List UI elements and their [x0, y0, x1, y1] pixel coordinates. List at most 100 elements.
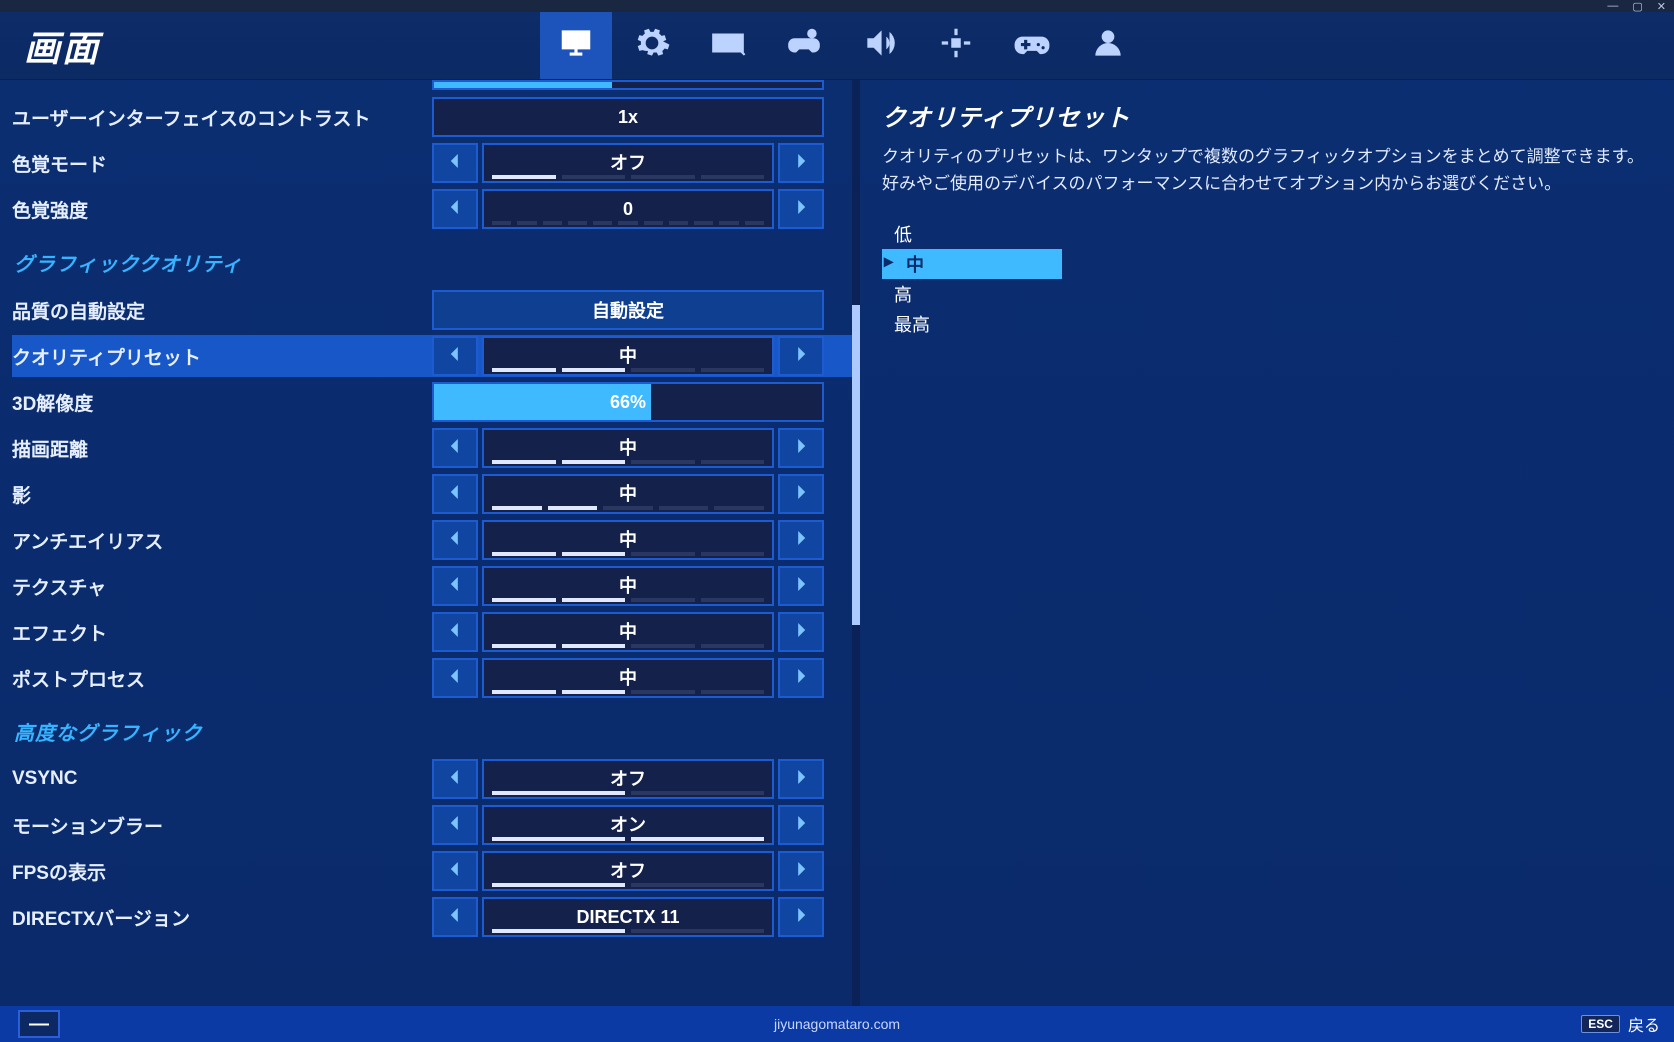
preset-option[interactable]: 中 [882, 249, 1062, 279]
window-close-icon[interactable]: ✕ [1657, 0, 1666, 13]
slider-value: 66% [610, 392, 646, 413]
scrollbar-thumb[interactable] [852, 305, 860, 625]
slider-value: 1x [618, 107, 638, 128]
slider[interactable]: 66% [432, 382, 824, 422]
arrow-right-button[interactable] [778, 759, 824, 799]
arrow-left-button[interactable] [432, 566, 478, 606]
arrow-right-button[interactable] [778, 612, 824, 652]
description-panel: クオリティプリセット クオリティのプリセットは、ワンタップで複数のグラフィックオ… [860, 80, 1674, 1006]
setting-row[interactable]: クオリティプリセット中 [12, 335, 860, 377]
arrow-left-button[interactable] [432, 474, 478, 514]
setting-label: DIRECTXバージョン [12, 904, 432, 931]
tab-account[interactable] [1072, 12, 1144, 79]
chevron-right-icon [794, 439, 808, 458]
setting-row[interactable]: DIRECTXバージョンDIRECTX 11 [12, 896, 860, 938]
section-header: 高度なグラフィック [12, 703, 860, 754]
arrow-left-button[interactable] [432, 189, 478, 229]
setting-row[interactable]: テクスチャ中 [12, 565, 860, 607]
arrow-right-button[interactable] [778, 474, 824, 514]
tab-hud[interactable] [920, 12, 992, 79]
cycler-value: 中 [619, 347, 637, 365]
setting-row[interactable]: アンチエイリアス中 [12, 519, 860, 561]
arrow-right-button[interactable] [778, 566, 824, 606]
arrow-right-button[interactable] [778, 189, 824, 229]
arrow-left-button[interactable] [432, 336, 478, 376]
section-header: グラフィッククオリティ [12, 234, 860, 285]
chevron-right-icon [794, 577, 808, 596]
arrow-right-button[interactable] [778, 851, 824, 891]
tab-audio[interactable] [844, 12, 916, 79]
cycler-value: オフ [610, 154, 646, 172]
setting-row[interactable]: モーションブラー オン [12, 804, 860, 846]
arrow-right-button[interactable] [778, 520, 824, 560]
window-titlebar: — ▢ ✕ [0, 0, 1674, 12]
arrow-right-button[interactable] [778, 805, 824, 845]
back-button[interactable]: ESC 戻る [1581, 1012, 1660, 1036]
chevron-right-icon [794, 816, 808, 835]
tab-display[interactable] [540, 12, 612, 79]
arrow-right-button[interactable] [778, 336, 824, 376]
cycler-value-box: 中 [482, 474, 774, 514]
setting-label: FPSの表示 [12, 858, 432, 885]
window-min-icon[interactable]: — [1607, 0, 1618, 13]
cycler-value: 0 [623, 200, 633, 218]
tab-controller-gear[interactable] [768, 12, 840, 79]
window-max-icon[interactable]: ▢ [1632, 0, 1642, 13]
chevron-right-icon [794, 200, 808, 219]
arrow-left-button[interactable] [432, 143, 478, 183]
preset-option[interactable]: 最高 [882, 309, 1062, 339]
cycler-value: 中 [619, 623, 637, 641]
setting-row[interactable]: 3D解像度66% [12, 381, 860, 423]
setting-label: モーションブラー [12, 812, 432, 839]
setting-row[interactable]: VSYNCオフ [12, 758, 860, 800]
cycler-value: 中 [619, 439, 637, 457]
chevron-left-icon [448, 347, 462, 366]
tab-controller[interactable] [996, 12, 1068, 79]
description-body: クオリティのプリセットは、ワンタップで複数のグラフィックオプションをまとめて調整… [882, 143, 1652, 197]
arrow-left-button[interactable] [432, 658, 478, 698]
setting-row[interactable]: 影中 [12, 473, 860, 515]
arrow-left-button[interactable] [432, 851, 478, 891]
setting-label: ポストプロセス [12, 665, 432, 692]
cycler-value: オフ [610, 862, 646, 880]
tab-keyboard[interactable] [692, 12, 764, 79]
auto-configure-button[interactable]: 自動設定 [432, 290, 824, 330]
setting-row[interactable]: ポストプロセス中 [12, 657, 860, 699]
setting-row[interactable]: FPSの表示 オフ [12, 850, 860, 892]
cycler-value-box: オフ [482, 759, 774, 799]
scrollbar-track[interactable] [852, 80, 860, 1006]
chevron-right-icon [794, 485, 808, 504]
preset-option[interactable]: 低 [882, 219, 1062, 249]
slider[interactable]: 1x [432, 97, 824, 137]
arrow-right-button[interactable] [778, 658, 824, 698]
arrow-left-button[interactable] [432, 805, 478, 845]
partial-slider-top[interactable] [432, 80, 824, 90]
cycler-value: オン [610, 816, 646, 834]
arrow-left-button[interactable] [432, 520, 478, 560]
arrow-left-button[interactable] [432, 897, 478, 937]
setting-row[interactable]: ユーザーインターフェイスのコントラスト 1x [12, 96, 860, 138]
setting-row[interactable]: エフェクト中 [12, 611, 860, 653]
cycler-value: 中 [619, 485, 637, 503]
arrow-left-button[interactable] [432, 612, 478, 652]
setting-row[interactable]: 色覚モード オフ [12, 142, 860, 184]
setting-row[interactable]: 描画距離中 [12, 427, 860, 469]
setting-row[interactable]: 色覚強度0 [12, 188, 860, 230]
footer-menu-button[interactable]: — [18, 1010, 60, 1038]
header: 画面 [0, 12, 1674, 80]
arrow-left-button[interactable] [432, 759, 478, 799]
setting-label: 色覚モード [12, 150, 432, 177]
arrow-right-button[interactable] [778, 897, 824, 937]
esc-key-icon: ESC [1581, 1015, 1620, 1033]
chevron-left-icon [448, 531, 462, 550]
audio-icon [861, 24, 899, 67]
tab-gear[interactable] [616, 12, 688, 79]
chevron-left-icon [448, 439, 462, 458]
preset-option[interactable]: 高 [882, 279, 1062, 309]
setting-label: ユーザーインターフェイスのコントラスト [12, 104, 432, 131]
setting-row[interactable]: 品質の自動設定自動設定 [12, 289, 860, 331]
arrow-right-button[interactable] [778, 428, 824, 468]
arrow-left-button[interactable] [432, 428, 478, 468]
arrow-right-button[interactable] [778, 143, 824, 183]
chevron-left-icon [448, 577, 462, 596]
